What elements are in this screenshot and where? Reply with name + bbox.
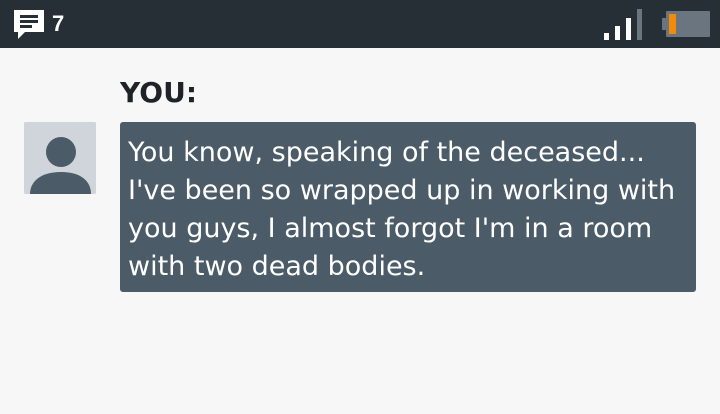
chat-bubble-icon[interactable] xyxy=(12,7,46,41)
speaker-name: YOU: xyxy=(120,76,198,109)
signal-strength-icon xyxy=(604,9,642,40)
message-text: You know, speaking of the deceased... I'… xyxy=(128,137,676,282)
user-avatar-icon xyxy=(24,122,96,194)
user-avatar xyxy=(24,122,96,194)
message-count: 7 xyxy=(52,11,65,36)
message-bubble: You know, speaking of the deceased... I'… xyxy=(120,122,696,292)
battery-low-icon xyxy=(662,11,710,37)
status-bar: 7 xyxy=(0,0,720,48)
